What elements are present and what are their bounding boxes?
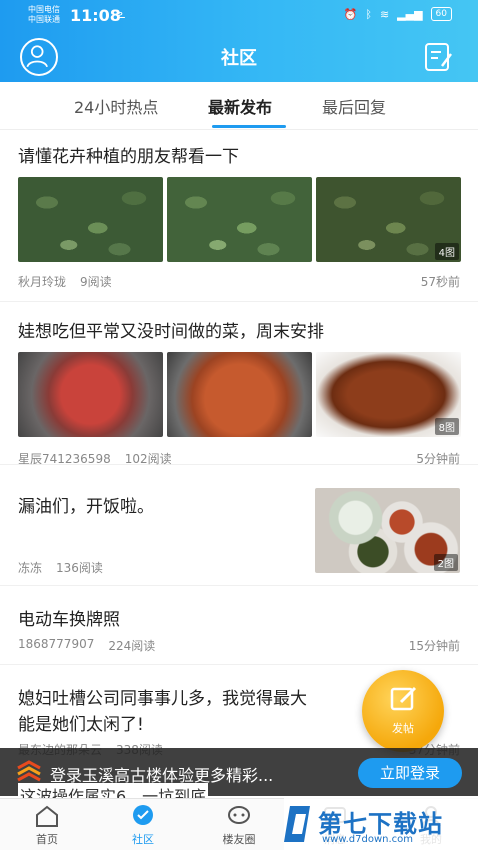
post-image[interactable]: 8图	[316, 352, 461, 437]
post-author: 冻冻	[18, 561, 43, 575]
post-author: 星辰741236598	[18, 452, 111, 466]
status-bar: 中国电信 中国联通 11:08 ఽ ⏰ ᛒ ≋ ▂▄▆ 60	[0, 0, 478, 30]
carrier-1: 中国电信	[28, 5, 60, 14]
edit-icon	[390, 686, 417, 711]
carrier-2: 中国联通	[28, 15, 60, 24]
tab-24h-hot[interactable]: 24小时热点	[74, 94, 158, 118]
post-images: 8图	[18, 352, 461, 437]
post-item[interactable]: 娃想吃但平常又没时间做的菜，周末安排 8图 星辰741236598 102阅读 …	[0, 303, 478, 467]
image-count-badge: 4图	[434, 243, 459, 260]
post-image[interactable]	[18, 177, 163, 262]
post-meta: 星辰741236598 102阅读	[18, 450, 172, 467]
signal-icon: ▂▄▆	[397, 7, 423, 21]
image-count-badge: 8图	[434, 418, 459, 435]
post-image[interactable]	[167, 352, 312, 437]
post-time: 15分钟前	[408, 639, 460, 653]
status-icons: ⏰ ᛒ ≋ ▂▄▆ 60	[344, 7, 452, 21]
wifi-icon: ≋	[379, 7, 390, 21]
post-item[interactable]: 漏油们，开饭啦。 2图 冻冻 136阅读	[0, 466, 478, 586]
post-images: 2图	[315, 488, 460, 573]
post-image[interactable]: 4图	[316, 177, 461, 262]
status-time-extra: ఽ	[118, 7, 126, 21]
new-post-label: 发帖	[392, 722, 414, 735]
post-item[interactable]: 电动车换牌照 1868777907 224阅读 15分钟前	[0, 587, 478, 665]
login-button[interactable]: 立即登录	[358, 758, 462, 788]
image-count-badge: 2图	[433, 554, 458, 571]
post-reads: 136阅读	[56, 561, 103, 575]
battery-indicator: 60	[430, 7, 452, 21]
post-title-line-1[interactable]: 媳妇吐槽公司同事事儿多，我觉得最大	[18, 684, 307, 709]
bluetooth-icon: ᛒ	[365, 7, 372, 21]
tabbar-label: 社区	[132, 833, 154, 846]
tab-last-reply[interactable]: 最后回复	[322, 94, 386, 118]
page-title: 社区	[221, 48, 257, 69]
alarm-icon: ⏰	[343, 7, 358, 21]
tabbar-community[interactable]: 社区	[108, 803, 178, 847]
post-title[interactable]: 电动车换牌照	[18, 605, 120, 630]
post-time: 57秒前	[420, 275, 460, 289]
post-time: 5分钟前	[416, 452, 460, 466]
tabbar-label: 楼友圈	[222, 833, 256, 846]
post-author: 1868777907	[18, 637, 95, 651]
community-icon	[133, 805, 153, 825]
tab-latest[interactable]: 最新发布	[208, 94, 272, 118]
post-reads: 9阅读	[80, 275, 112, 289]
post-title[interactable]: 漏油们，开饭啦。	[18, 492, 154, 517]
chat-icon	[228, 806, 250, 824]
home-icon	[36, 805, 58, 827]
watermark-url: www.d7down.com	[322, 834, 414, 845]
post-image[interactable]	[18, 352, 163, 437]
post-reads: 224阅读	[108, 639, 156, 653]
feed-tabs: 24小时热点 最新发布 最后回复	[0, 82, 478, 130]
post-meta: 1868777907 224阅读	[18, 637, 155, 654]
navigation-bar: 社区	[0, 30, 478, 82]
post-images: 4图	[18, 177, 461, 262]
post-title[interactable]: 请懂花卉种植的朋友帮看一下	[18, 142, 239, 167]
tabbar-home[interactable]: 首页	[12, 803, 82, 847]
tabbar-friends-circle[interactable]: 楼友圈	[204, 803, 274, 847]
carrier-info: 中国电信 中国联通	[28, 5, 60, 25]
post-reads: 102阅读	[124, 452, 172, 466]
status-time: 11:08	[70, 6, 121, 25]
post-image[interactable]: 2图	[315, 488, 460, 573]
post-title-line-2[interactable]: 能是她们太闲了!	[18, 710, 144, 735]
header-bar: 中国电信 中国联通 11:08 ఽ ⏰ ᛒ ≋ ▂▄▆ 60 社区	[0, 0, 478, 82]
tabbar-label: 首页	[36, 833, 58, 846]
post-image[interactable]	[167, 177, 312, 262]
new-post-button[interactable]: 发帖	[362, 670, 444, 752]
app-logo-icon	[17, 760, 41, 782]
active-tab-indicator	[212, 125, 286, 128]
post-author: 秋月玲珑	[18, 275, 67, 289]
post-meta: 秋月玲珑 9阅读	[18, 273, 112, 290]
compose-icon[interactable]	[422, 40, 454, 72]
post-title[interactable]: 娃想吃但平常又没时间做的菜，周末安排	[18, 317, 324, 342]
post-item[interactable]: 请懂花卉种植的朋友帮看一下 4图 秋月玲珑 9阅读 57秒前	[0, 130, 478, 302]
post-meta: 冻冻 136阅读	[18, 559, 103, 576]
